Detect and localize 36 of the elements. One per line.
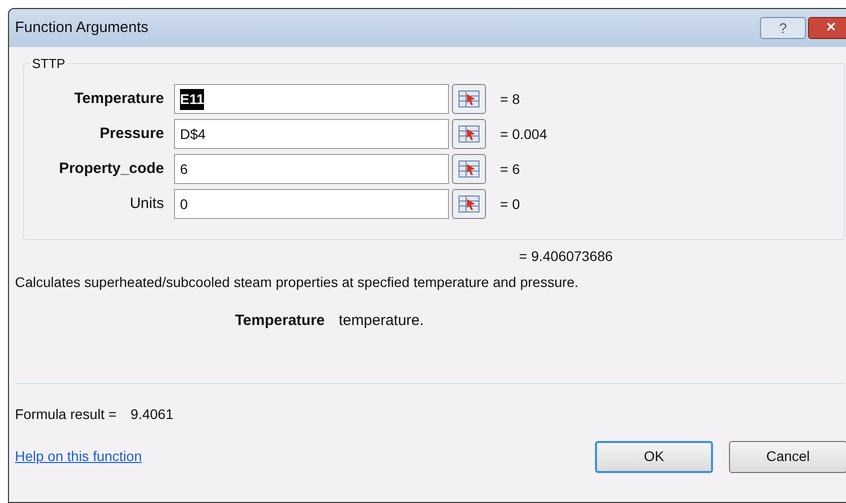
field-value: E11 <box>180 88 204 110</box>
range-select-icon <box>458 195 480 213</box>
collapse-dialog-button[interactable] <box>452 189 486 219</box>
argument-label: Property_code <box>58 158 165 179</box>
argument-name: Temperature <box>235 311 325 331</box>
function-result: = 9.406073686 <box>519 246 613 266</box>
field-value: 0 <box>180 194 188 214</box>
collapse-dialog-button[interactable] <box>452 154 486 184</box>
argument-result: = 0.004 <box>500 124 548 144</box>
help-button[interactable]: ? <box>760 17 806 39</box>
help-link[interactable]: Help on this function <box>15 446 142 467</box>
argument-description: temperature. <box>338 311 424 331</box>
range-select-icon <box>458 90 480 108</box>
field-value: 6 <box>180 160 188 178</box>
formula-result-value: 9.4061 <box>130 404 174 424</box>
argument-label: Units <box>128 194 165 214</box>
range-select-icon <box>458 125 480 143</box>
argument-label: Pressure <box>98 124 165 144</box>
argument-field[interactable]: E11 <box>174 84 449 114</box>
formula-result-label: Formula result = <box>15 404 117 424</box>
argument-label: Temperature <box>73 88 165 109</box>
function-description: Calculates superheated/subcooled steam properties at specfied temperature and pressure. <box>15 273 580 292</box>
argument-field[interactable]: 0 <box>174 189 449 219</box>
range-select-icon <box>458 160 480 178</box>
argument-result: = 0 <box>500 194 520 214</box>
argument-result: = 8 <box>500 90 520 108</box>
argument-field[interactable]: D$4 <box>174 119 449 149</box>
dialog-button[interactable]: OK <box>595 440 713 472</box>
close-button[interactable]: × <box>808 17 846 39</box>
field-value: D$4 <box>180 124 206 144</box>
collapse-dialog-button[interactable] <box>452 119 486 149</box>
window-title: Function Arguments <box>15 18 148 38</box>
collapse-dialog-button[interactable] <box>452 84 486 114</box>
dialog-button[interactable]: Cancel <box>729 440 846 472</box>
argument-result: = 6 <box>500 160 520 178</box>
argument-field[interactable]: 6 <box>174 154 449 184</box>
